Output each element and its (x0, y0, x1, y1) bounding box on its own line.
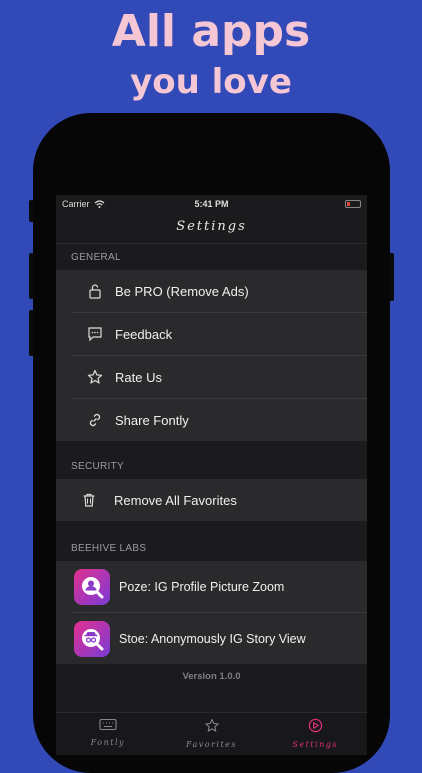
trash-icon (81, 492, 97, 508)
version-label: Version 1.0.0 (182, 671, 241, 682)
settings-row-share-fontly[interactable]: Share Fontly (71, 398, 367, 441)
settings-row-label: Be PRO (Remove Ads) (115, 283, 249, 299)
message-icon (87, 326, 103, 342)
promo-headline: All apps (111, 6, 311, 57)
tab-label: Fontly (90, 738, 126, 747)
promo-subheadline: you love (130, 62, 292, 102)
settings-row-label: Feedback (115, 326, 173, 342)
phone-mute-switch (29, 200, 34, 222)
phone-volume-down (29, 310, 34, 356)
phone-power-button (389, 253, 394, 301)
star-icon (87, 369, 103, 385)
page-title: Settings (176, 219, 247, 234)
poze-app-icon (74, 568, 110, 605)
app-row-label: Poze: IG Profile Picture Zoom (119, 579, 285, 594)
status-bar: Carrier 5:41 PM (56, 195, 367, 213)
settings-row-rate-us[interactable]: Rate Us (71, 355, 367, 398)
battery-icon (345, 200, 361, 208)
app-row-label: Stoe: Anonymously IG Story View (119, 631, 306, 646)
unlock-icon (87, 283, 103, 299)
settings-row-remove-favorites[interactable]: Remove All Favorites (56, 479, 367, 521)
app-screen: Carrier 5:41 PM Settings GENERAL Be PRO … (56, 195, 367, 755)
status-time: 5:41 PM (194, 199, 229, 209)
section-header-beehive-labs: BEEHIVE LABS (71, 543, 147, 554)
app-row-poze[interactable]: Poze: IG Profile Picture Zoom (56, 561, 367, 612)
section-header-general: GENERAL (71, 252, 121, 263)
tab-label: Settings (292, 740, 338, 749)
tab-fontly[interactable]: Fontly (56, 713, 160, 755)
app-row-stoe[interactable]: Stoe: Anonymously IG Story View (71, 612, 367, 664)
tab-label: Favorites (185, 740, 238, 749)
settings-row-label: Share Fontly (115, 412, 189, 428)
settings-row-feedback[interactable]: Feedback (71, 312, 367, 355)
phone-volume-up (29, 253, 34, 299)
star-icon (204, 718, 220, 738)
labs-group: Poze: IG Profile Picture Zoom Stoe: Anon… (56, 561, 367, 664)
general-group: Be PRO (Remove Ads) Feedback Rate Us Sha… (56, 270, 367, 441)
settings-row-label: Remove All Favorites (114, 492, 237, 508)
tab-bar: Fontly Favorites Settings (56, 712, 367, 755)
section-header-security: SECURITY (71, 461, 124, 472)
nav-divider (56, 243, 367, 244)
stoe-app-icon (74, 620, 110, 657)
tab-settings[interactable]: Settings (263, 713, 367, 755)
settings-row-label: Rate Us (115, 369, 162, 385)
security-group: Remove All Favorites (56, 479, 367, 521)
settings-row-be-pro[interactable]: Be PRO (Remove Ads) (56, 270, 367, 312)
tab-favorites[interactable]: Favorites (160, 713, 264, 755)
settings-icon (308, 718, 323, 738)
keyboard-icon (99, 718, 117, 736)
link-icon (87, 412, 103, 428)
